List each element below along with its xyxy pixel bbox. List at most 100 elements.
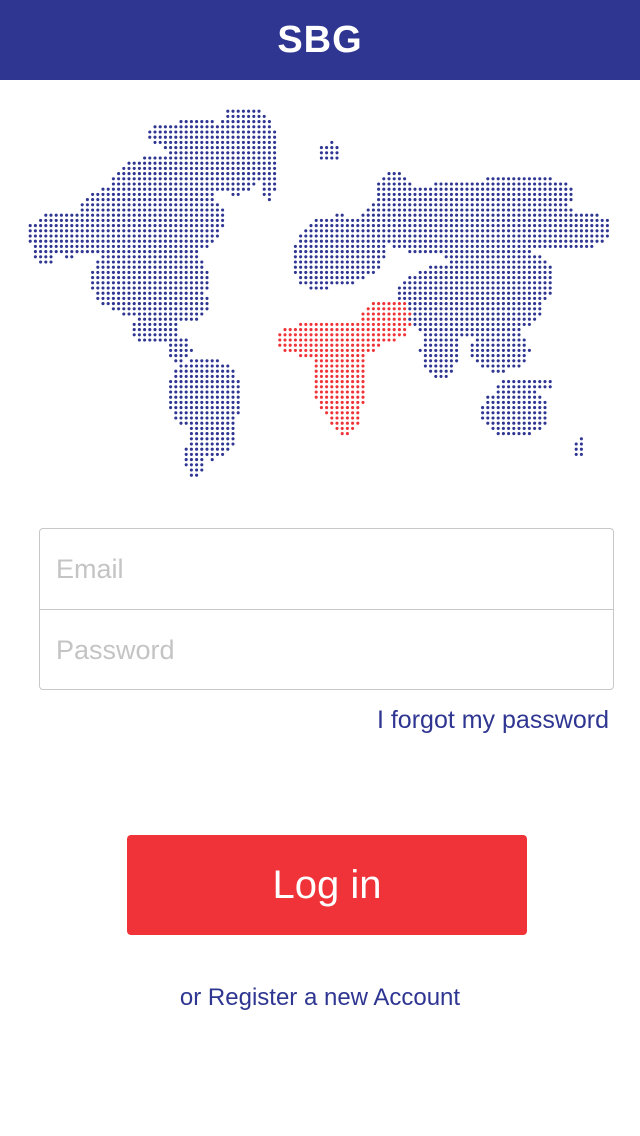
map-dot [434, 281, 438, 285]
map-dot [231, 385, 235, 389]
map-dot [527, 385, 531, 389]
map-dot [189, 203, 193, 207]
map-dot [179, 151, 183, 155]
map-dot [325, 234, 329, 238]
map-dot [522, 343, 526, 347]
map-dot [148, 166, 152, 170]
map-dot [527, 348, 531, 352]
highlight-dot [366, 328, 370, 332]
map-dot [163, 218, 167, 222]
highlight-dot [325, 322, 329, 326]
map-dot [163, 203, 167, 207]
map-dot [221, 390, 225, 394]
map-dot [184, 255, 188, 259]
map-dot [143, 333, 147, 337]
map-dot [189, 244, 193, 248]
highlight-dot [371, 302, 375, 306]
map-dot [158, 255, 162, 259]
map-dot [236, 140, 240, 144]
highlight-dot [356, 400, 360, 404]
map-dot [158, 166, 162, 170]
map-dot [179, 400, 183, 404]
map-dot [465, 224, 469, 228]
map-dot [325, 250, 329, 254]
map-dot [605, 234, 609, 238]
map-dot [574, 224, 578, 228]
register-link[interactable]: or Register a new Account [0, 984, 640, 1012]
map-dot [205, 296, 209, 300]
map-dot [44, 234, 48, 238]
password-field[interactable] [40, 610, 613, 689]
world-map-dots [28, 109, 609, 477]
map-dot [533, 406, 537, 410]
map-dot [189, 369, 193, 373]
map-dot [486, 187, 490, 191]
map-dot [200, 208, 204, 212]
map-dot [153, 224, 157, 228]
map-dot [517, 426, 521, 430]
map-dot [522, 177, 526, 181]
map-dot [49, 224, 53, 228]
map-dot [195, 468, 199, 472]
map-dot [366, 234, 370, 238]
map-dot [169, 146, 173, 150]
forgot-password-link[interactable]: I forgot my password [377, 706, 609, 735]
map-dot [241, 120, 245, 124]
map-dot [169, 255, 173, 259]
map-dot [501, 406, 505, 410]
highlight-dot [345, 348, 349, 352]
map-dot [70, 239, 74, 243]
highlight-dot [330, 374, 334, 378]
map-dot [439, 239, 443, 243]
highlight-dot [356, 328, 360, 332]
highlight-dot [299, 333, 303, 337]
map-dot [512, 343, 516, 347]
map-dot [106, 198, 110, 202]
map-dot [569, 187, 573, 191]
highlight-dot [314, 343, 318, 347]
map-dot [210, 187, 214, 191]
map-dot [158, 244, 162, 248]
map-dot [215, 400, 219, 404]
map-dot [132, 307, 136, 311]
map-dot [486, 203, 490, 207]
map-dot [491, 302, 495, 306]
map-dot [543, 270, 547, 274]
map-dot [527, 291, 531, 295]
highlight-dot [283, 348, 287, 352]
map-dot [444, 198, 448, 202]
map-dot [403, 286, 407, 290]
map-dot [527, 229, 531, 233]
map-dot [496, 208, 500, 212]
map-dot [184, 281, 188, 285]
map-dot [215, 406, 219, 410]
map-dot [533, 291, 537, 295]
highlight-dot [340, 338, 344, 342]
map-dot [455, 296, 459, 300]
map-dot [91, 234, 95, 238]
map-dot [153, 260, 157, 264]
map-dot [200, 458, 204, 462]
map-dot [122, 198, 126, 202]
map-dot [267, 182, 271, 186]
highlight-dot [356, 395, 360, 399]
login-button[interactable]: Log in [127, 835, 527, 935]
map-dot [54, 250, 58, 254]
map-dot [179, 380, 183, 384]
map-dot [460, 296, 464, 300]
email-field[interactable] [40, 529, 613, 609]
map-dot [267, 146, 271, 150]
map-dot [553, 198, 557, 202]
map-dot [273, 187, 277, 191]
map-dot [475, 218, 479, 222]
map-dot [579, 239, 583, 243]
map-dot [174, 255, 178, 259]
map-dot [475, 307, 479, 311]
map-dot [70, 213, 74, 217]
map-dot [174, 192, 178, 196]
highlight-dot [351, 390, 355, 394]
map-dot [163, 286, 167, 290]
map-dot [132, 302, 136, 306]
map-dot [148, 338, 152, 342]
map-dot [101, 291, 105, 295]
